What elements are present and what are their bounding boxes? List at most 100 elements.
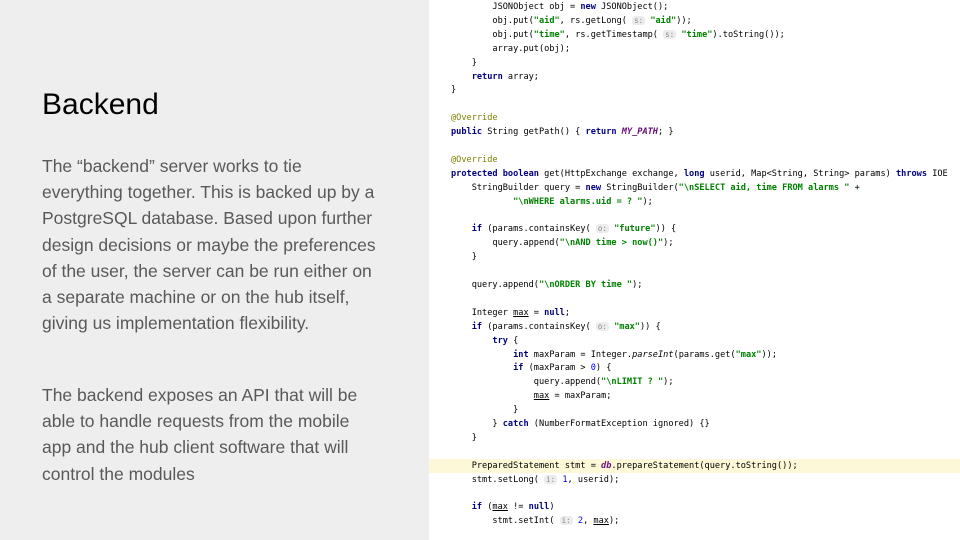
code-line: int maxParam = Integer.parseInt(params.g… bbox=[429, 348, 960, 362]
code-line: Integer max = null; bbox=[429, 306, 960, 320]
code-token: array.put(obj); bbox=[451, 43, 570, 54]
code-line-text: stmt.setInt( i: 2, max); bbox=[451, 514, 619, 528]
code-screenshot: JSONObject obj = new JSONObject(); obj.p… bbox=[429, 0, 960, 540]
paragraph-backend-api: The backend exposes an API that will be … bbox=[42, 385, 358, 484]
slide-title: Backend bbox=[42, 88, 159, 121]
code-line-text: stmt.setLong( i: 1, userid); bbox=[451, 473, 619, 487]
code-token: PreparedStatement stmt = bbox=[451, 460, 602, 471]
code-token: ).toString()); bbox=[712, 29, 785, 40]
code-line: stmt.setLong( i: 1, userid); bbox=[429, 473, 960, 487]
parameter-hint: s: bbox=[632, 15, 646, 25]
code-token: if bbox=[471, 224, 483, 235]
code-token: userid, Map<String, String> params) bbox=[704, 168, 896, 179]
parameter-hint: o: bbox=[595, 321, 609, 331]
code-token: db bbox=[601, 460, 612, 471]
code-token: )); bbox=[676, 15, 692, 26]
code-line-text: } catch (NumberFormatException ignored) … bbox=[451, 417, 710, 431]
code-token: maxParam = Integer. bbox=[528, 349, 633, 360]
code-line: obj.put("aid", rs.getLong( s: "aid")); bbox=[429, 14, 960, 28]
code-token: JSONObject obj = bbox=[451, 2, 581, 12]
code-token: } bbox=[451, 419, 503, 429]
code-line: array.put(obj); bbox=[429, 42, 960, 56]
code-line: query.append("\nAND time > now()"); bbox=[429, 236, 960, 250]
code-token: stmt.setInt( bbox=[451, 516, 560, 527]
code-line-text: query.append("\nORDER BY time "); bbox=[451, 278, 643, 292]
code-line-text: PreparedStatement stmt = db.prepareState… bbox=[451, 459, 798, 473]
code-token: max bbox=[533, 391, 550, 402]
code-token: ); bbox=[663, 377, 674, 388]
code-line: "\nWHERE alarms.uid = ? "); bbox=[429, 195, 960, 209]
code-line-text: if (maxParam > 0) { bbox=[451, 361, 611, 375]
code-line-text: StringBuilder query = new StringBuilder(… bbox=[451, 181, 860, 195]
code-line-text: "\nWHERE alarms.uid = ? "); bbox=[451, 195, 653, 209]
code-token: throws bbox=[895, 168, 928, 179]
code-token: "\nORDER BY time " bbox=[538, 280, 633, 290]
parameter-hint: i: bbox=[559, 516, 573, 526]
code-token: parseInt bbox=[632, 349, 674, 360]
code-token: "\nLIMIT ? " bbox=[601, 377, 664, 388]
code-token: "\nAND time > now()" bbox=[559, 238, 664, 249]
code-token: != bbox=[507, 502, 529, 513]
code-token: public bbox=[451, 127, 483, 138]
code-token: obj.put( bbox=[451, 29, 534, 40]
code-token: } bbox=[451, 57, 477, 68]
code-line: if (maxParam > 0) { bbox=[429, 361, 960, 375]
code-token: JSONObject(); bbox=[595, 2, 669, 12]
code-line: } bbox=[429, 250, 960, 264]
code-line-text: } bbox=[451, 250, 477, 264]
paragraph-backend-server: The “backend” server works to tie everyt… bbox=[42, 156, 376, 334]
parameter-hint: i: bbox=[544, 474, 558, 484]
code-token: (NumberFormatException ignored) {} bbox=[528, 419, 710, 429]
code-token: )) { bbox=[655, 224, 677, 235]
code-token: new bbox=[585, 182, 602, 193]
text-panel: Backend The “backend” server works to ti… bbox=[0, 0, 429, 540]
code-token: .prepareStatement(query.toString()); bbox=[611, 460, 798, 471]
code-line: if (params.containsKey( o: "max")) { bbox=[429, 320, 960, 334]
code-line: } bbox=[429, 403, 960, 417]
code-token: obj.put( bbox=[451, 15, 534, 26]
code-line: } catch (NumberFormatException ignored) … bbox=[429, 417, 960, 431]
code-token: ); bbox=[663, 238, 674, 249]
code-line: @Override bbox=[429, 111, 960, 125]
code-line: stmt.setInt( i: 2, max); bbox=[429, 514, 960, 528]
parameter-hint: o: bbox=[595, 224, 609, 234]
code-token: ); bbox=[632, 280, 643, 290]
code-line-text: } bbox=[451, 431, 477, 445]
code-token: max bbox=[593, 516, 609, 527]
code-token: null bbox=[544, 307, 565, 318]
code-line-text: try { bbox=[451, 334, 518, 348]
code-line: PreparedStatement stmt = db.prepareState… bbox=[429, 458, 960, 473]
code-token: } bbox=[451, 85, 457, 96]
code-line: public String getPath() { return MY_PATH… bbox=[429, 125, 960, 139]
code-line: } bbox=[429, 83, 960, 97]
code-token: , rs.getLong( bbox=[559, 15, 633, 26]
code-line: obj.put("time", rs.getTimestamp( s: "tim… bbox=[429, 28, 960, 42]
code-token: protected boolean bbox=[451, 168, 539, 179]
code-token: } bbox=[451, 432, 477, 443]
code-token: if bbox=[471, 502, 483, 513]
code-line-text: @Override bbox=[451, 153, 498, 167]
code-line-text: int maxParam = Integer.parseInt(params.g… bbox=[451, 348, 777, 362]
code-token: "time" bbox=[681, 29, 713, 40]
code-line: JSONObject obj = new JSONObject(); bbox=[429, 0, 960, 14]
code-token: StringBuilder query = bbox=[451, 182, 586, 193]
code-token: , userid); bbox=[567, 474, 620, 485]
code-token: "time" bbox=[533, 29, 565, 40]
code-line-text: query.append("\nAND time > now()"); bbox=[451, 236, 674, 250]
code-token: String getPath() { bbox=[482, 127, 586, 138]
code-line-text: return array; bbox=[451, 70, 539, 84]
code-line-text: public String getPath() { return MY_PATH… bbox=[451, 125, 674, 139]
code-line-text: protected boolean get(HttpExchange excha… bbox=[451, 167, 948, 181]
code-token: try bbox=[492, 335, 508, 346]
code-token: query.append( bbox=[451, 238, 560, 249]
code-token: if bbox=[513, 363, 524, 374]
